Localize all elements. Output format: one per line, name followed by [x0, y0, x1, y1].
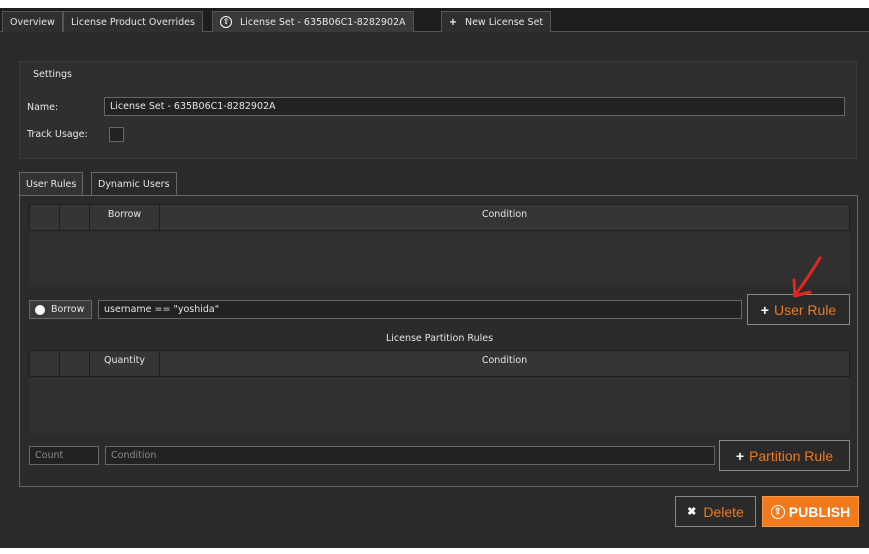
tab-dynamic-users[interactable]: Dynamic Users — [91, 172, 177, 196]
license-set-editor: Overview License Product Overrides ⇧ Lic… — [0, 8, 869, 548]
tab-license-set-label: License Set - 635B06C1-8282902A — [240, 16, 406, 28]
partition-rules-table-header: Quantity Condition — [29, 350, 850, 377]
publish-button[interactable]: ⇧ PUBLISH — [762, 496, 859, 527]
tab-overview[interactable]: Overview — [2, 11, 63, 32]
plus-icon: + — [449, 16, 457, 28]
user-rule-condition-input[interactable]: username == "yoshida" — [98, 300, 742, 319]
column-header-condition[interactable]: Condition — [160, 205, 849, 230]
plus-icon: + — [735, 447, 745, 464]
tab-new-license-set[interactable]: + New License Set — [441, 11, 552, 32]
tab-bar: Overview License Product Overrides ⇧ Lic… — [0, 8, 869, 32]
publish-circle-icon: ⇧ — [220, 16, 232, 28]
tab-user-rules-label: User Rules — [26, 179, 77, 190]
name-field[interactable]: License Set - 635B06C1-8282902A — [104, 97, 845, 116]
track-usage-checkbox[interactable] — [109, 127, 124, 142]
borrow-toggle-label: Borrow — [51, 304, 85, 315]
count-input[interactable]: Count — [29, 446, 99, 465]
tab-dynamic-users-label: Dynamic Users — [98, 179, 170, 190]
toggle-dot-icon — [35, 304, 45, 315]
publish-circle-icon: ⇧ — [770, 504, 785, 519]
name-label: Name: — [27, 102, 59, 113]
partition-rules-table-body — [29, 378, 850, 433]
tab-license-set[interactable]: ⇧ License Set - 635B06C1-8282902A — [212, 11, 414, 32]
plus-icon: + — [760, 301, 769, 318]
borrow-toggle[interactable]: Borrow — [29, 300, 92, 319]
publish-label: PUBLISH — [788, 503, 851, 520]
user-rules-table-header: Borrow Condition — [29, 204, 850, 231]
partition-condition-input[interactable]: Condition — [105, 446, 715, 465]
add-partition-rule-button[interactable]: + Partition Rule — [719, 440, 850, 471]
delete-label: Delete — [703, 503, 744, 520]
tab-new-license-set-label: New License Set — [464, 16, 544, 28]
delete-button[interactable]: ✖ Delete — [675, 496, 756, 527]
user-rules-table-body — [29, 232, 850, 287]
column-header-select — [30, 205, 60, 230]
column-header-select — [30, 351, 60, 376]
annotation-arrow-icon — [792, 256, 822, 298]
rules-panel: Borrow Condition Borrow username == "yos… — [19, 195, 858, 487]
tab-license-product-overrides[interactable]: License Product Overrides — [63, 11, 203, 32]
column-header-condition[interactable]: Condition — [160, 351, 849, 376]
partition-rules-title: License Partition Rules — [385, 333, 494, 344]
column-header-status — [60, 351, 90, 376]
column-header-status — [60, 205, 90, 230]
tab-license-product-overrides-label: License Product Overrides — [71, 16, 195, 28]
settings-section: Settings Name: License Set - 635B06C1-82… — [19, 61, 857, 159]
add-partition-rule-label: Partition Rule — [749, 447, 834, 464]
tab-overview-label: Overview — [10, 16, 55, 28]
column-header-borrow[interactable]: Borrow — [90, 205, 160, 230]
tab-user-rules[interactable]: User Rules — [19, 172, 84, 196]
track-usage-label: Track Usage: — [27, 129, 88, 140]
settings-title: Settings — [33, 69, 72, 80]
close-icon: ✖ — [687, 506, 697, 518]
column-header-quantity[interactable]: Quantity — [90, 351, 160, 376]
